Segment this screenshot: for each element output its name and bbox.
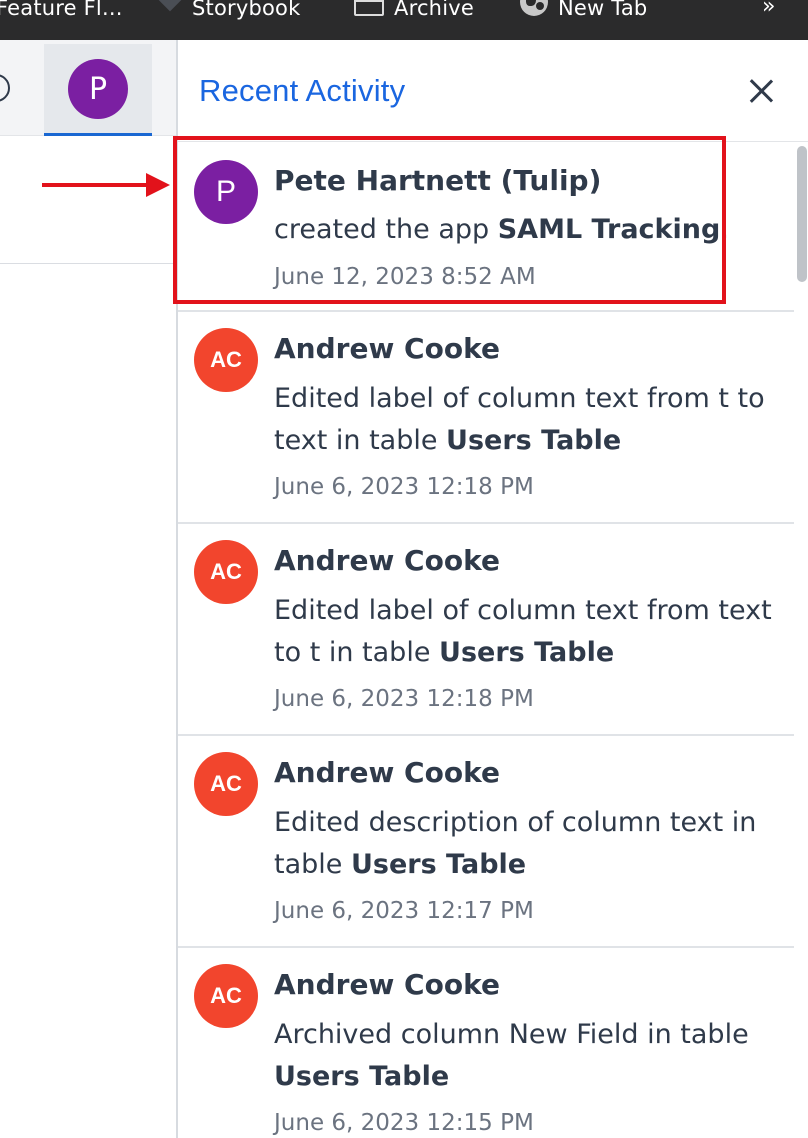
activity-description: Edited label of column text from t to te… <box>274 378 774 462</box>
table-name-link[interactable]: Users Table <box>351 849 526 880</box>
activity-timestamp: June 6, 2023 12:18 PM <box>274 474 534 500</box>
bookmark-label: Archive <box>394 0 474 20</box>
activity-user-name: Andrew Cooke <box>274 332 500 365</box>
user-avatar-button[interactable]: P <box>68 59 128 119</box>
activity-item: AC Andrew Cooke Edited label of column t… <box>178 524 794 736</box>
activity-description: Edited description of column text in tab… <box>274 802 774 886</box>
activity-user-name: Andrew Cooke <box>274 544 500 577</box>
scrollbar-thumb[interactable] <box>797 146 807 282</box>
annotation-arrow-head <box>146 173 170 197</box>
bookmark-label: New Tab <box>558 0 648 20</box>
bookmark-label: Feature Fl... <box>0 0 123 20</box>
avatar-initials: AC <box>210 771 242 796</box>
bookmarks-overflow-button[interactable]: » <box>762 0 776 19</box>
storybook-icon <box>158 0 182 16</box>
table-name-link[interactable]: Users Table <box>439 637 614 668</box>
avatar: AC <box>194 752 258 816</box>
bookmarks-bar: Feature Fl... Storybook Archive New Tab … <box>0 0 808 40</box>
bookmark-label: Storybook <box>192 0 301 20</box>
activity-timestamp: June 6, 2023 12:18 PM <box>274 686 534 712</box>
activity-description: Archived column New Field in table Users… <box>274 1014 774 1098</box>
activity-description: Edited label of column text from text to… <box>274 590 774 674</box>
archive-icon <box>354 0 384 16</box>
avatar-initial: P <box>88 71 108 107</box>
highlight-box <box>173 136 726 304</box>
bookmark-archive[interactable]: Archive <box>354 0 474 20</box>
annotation-arrow <box>42 183 154 187</box>
bookmark-storybook[interactable]: Storybook <box>158 0 301 20</box>
app-content-area <box>0 136 176 264</box>
avatar-initials: AC <box>210 559 242 584</box>
activity-user-name: Andrew Cooke <box>274 968 500 1001</box>
activity-timestamp: June 6, 2023 12:15 PM <box>274 1110 534 1136</box>
globe-icon <box>520 0 548 16</box>
avatar: AC <box>194 328 258 392</box>
avatar: AC <box>194 540 258 604</box>
panel-title: Recent Activity <box>199 73 406 108</box>
avatar-initials: AC <box>210 983 242 1008</box>
activity-timestamp: June 6, 2023 12:17 PM <box>274 898 534 924</box>
bookmark-feature-flags[interactable]: Feature Fl... <box>0 0 123 20</box>
table-name-link[interactable]: Users Table <box>446 425 621 456</box>
activity-item: AC Andrew Cooke Archived column New Fiel… <box>178 948 794 1138</box>
table-name-link[interactable]: Users Table <box>274 1061 449 1092</box>
activity-user-name: Andrew Cooke <box>274 756 500 789</box>
avatar: AC <box>194 964 258 1028</box>
bookmark-new-tab[interactable]: New Tab <box>520 0 648 20</box>
description-text: Archived column New Field in table <box>274 1019 749 1050</box>
activity-item: AC Andrew Cooke Edited description of co… <box>178 736 794 948</box>
close-icon[interactable] <box>746 76 776 106</box>
activity-item: AC Andrew Cooke Edited label of column t… <box>178 312 794 524</box>
avatar-initials: AC <box>210 347 242 372</box>
